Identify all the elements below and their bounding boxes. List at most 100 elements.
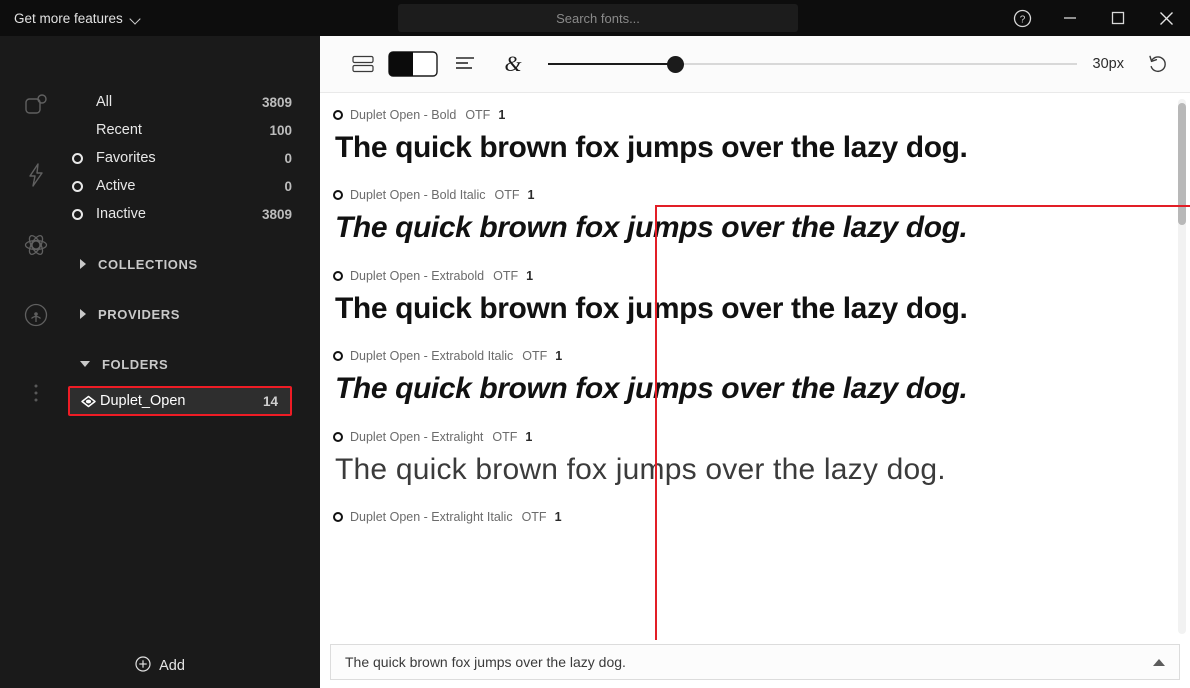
rows-view-icon[interactable] (342, 47, 384, 81)
chevron-up-icon[interactable] (1153, 658, 1165, 666)
search-placeholder: Search fonts... (556, 10, 640, 26)
sidebar-item-active[interactable]: Active 0 (72, 172, 320, 200)
font-format: OTF (465, 108, 491, 122)
library-icon[interactable] (19, 88, 53, 122)
svg-text:?: ? (1019, 14, 1025, 25)
activation-ring-icon[interactable] (333, 110, 343, 120)
sidebar-item-label: Active (96, 178, 136, 194)
folder-label: Duplet_Open (100, 393, 186, 409)
plus-circle-icon (135, 656, 151, 676)
vertical-scrollbar[interactable] (1178, 99, 1186, 634)
section-providers[interactable]: PROVIDERS (72, 300, 320, 328)
section-folders[interactable]: FOLDERS (72, 350, 320, 378)
ampersand-glyph-icon[interactable]: & (488, 47, 538, 81)
font-row[interactable]: Duplet Open - Extralight Italic OTF 1 (328, 505, 1190, 531)
scrollbar-thumb[interactable] (1178, 103, 1186, 225)
sidebar-item-count: 0 (284, 150, 292, 166)
sidebar-item-label: Favorites (96, 150, 156, 166)
font-row[interactable]: Duplet Open - Extrabold Italic OTF 1 The qu… (328, 344, 1190, 424)
font-row[interactable]: Duplet Open - Extrabold OTF 1 The quick bro… (328, 264, 1190, 344)
chevron-right-icon (80, 259, 86, 269)
broadcast-icon[interactable] (19, 298, 53, 332)
font-format: OTF (521, 509, 547, 524)
activation-ring-icon[interactable] (333, 190, 343, 201)
font-row[interactable]: Duplet Open - Bold OTF 1 The quick brown fo… (328, 103, 1190, 183)
minimize-button[interactable] (1046, 0, 1094, 36)
maximize-button[interactable] (1094, 0, 1142, 36)
sidebar-item-recent[interactable]: Recent 100 (72, 116, 320, 144)
sidebar-item-label: Inactive (96, 206, 146, 222)
slider-knob[interactable] (666, 56, 684, 73)
slider-fill (548, 63, 675, 65)
font-sample-text: The quick brown fox jumps over the lazy … (335, 131, 968, 164)
font-list: Duplet Open - Bold OTF 1 The quick brown fo… (320, 93, 1190, 640)
font-sample-text: The quick brown fox jumps over the lazy … (335, 291, 968, 325)
activation-ring-icon[interactable] (333, 351, 343, 362)
sidebar-item-inactive[interactable]: Inactive 3809 (72, 200, 320, 228)
font-name: Duplet Open - Extralight Italic (350, 509, 513, 524)
font-size-label: 30px (1092, 56, 1124, 72)
lightning-bolt-icon[interactable] (19, 158, 53, 192)
more-vertical-icon[interactable] (19, 376, 53, 410)
font-size-slider[interactable] (548, 47, 1077, 81)
sample-text-bar: The quick brown fox jumps over the lazy … (320, 640, 1190, 688)
diamond-eye-icon (80, 395, 100, 408)
help-button[interactable]: ? (998, 0, 1046, 36)
font-count: 1 (498, 108, 506, 122)
font-row[interactable]: Duplet Open - Bold Italic OTF 1 The quick b… (328, 183, 1190, 263)
get-more-features-button[interactable]: Get more features (14, 11, 141, 26)
window-controls: ? (998, 0, 1190, 36)
font-name: Duplet Open - Extralight (350, 429, 484, 444)
sample-text-input[interactable]: The quick brown fox jumps over the lazy … (330, 644, 1180, 680)
atom-icon[interactable] (19, 228, 53, 262)
sample-text-value: The quick brown fox jumps over the lazy … (345, 654, 626, 670)
title-bar: Get more features Search fonts... ? (0, 0, 1190, 36)
font-name: Duplet Open - Extrabold (350, 268, 485, 283)
activation-ring-icon[interactable] (333, 511, 343, 522)
chevron-right-icon (80, 309, 86, 319)
ring-icon (72, 208, 96, 220)
font-count: 1 (555, 349, 563, 364)
ring-icon (72, 152, 96, 164)
ring-icon (72, 180, 96, 192)
add-button[interactable]: Add (0, 656, 320, 676)
font-name: Duplet Open - Bold Italic (350, 188, 486, 203)
section-label: PROVIDERS (98, 306, 180, 322)
contrast-toggle-icon[interactable] (384, 47, 442, 81)
reset-arrow-icon[interactable] (1144, 50, 1172, 78)
search-input[interactable]: Search fonts... (398, 4, 798, 32)
font-meta: Duplet Open - Extralight OTF 1 (328, 425, 1190, 449)
font-format: OTF (494, 188, 520, 203)
section-label: COLLECTIONS (98, 256, 198, 272)
font-format: OTF (493, 268, 519, 283)
sidebar-item-favorites[interactable]: Favorites 0 (72, 144, 320, 172)
section-label: FOLDERS (102, 356, 169, 372)
icon-rail (0, 36, 72, 688)
font-count: 1 (525, 429, 533, 444)
add-label: Add (159, 658, 185, 674)
close-button[interactable] (1142, 0, 1190, 36)
font-meta: Duplet Open - Bold OTF 1 (328, 103, 1190, 127)
app-body: All 3809 Recent 100 Favorites 0 Active 0 (0, 36, 1190, 688)
svg-text:&: & (504, 51, 522, 76)
font-name: Duplet Open - Extrabold Italic (350, 349, 514, 364)
font-meta: Duplet Open - Extrabold OTF 1 (328, 264, 1190, 288)
sidebar-item-duplet-open[interactable]: Duplet_Open 14 (68, 386, 292, 416)
font-count: 1 (554, 509, 562, 524)
text-align-icon[interactable] (442, 47, 488, 81)
activation-ring-icon[interactable] (333, 431, 343, 442)
font-name: Duplet Open - Bold (350, 108, 457, 122)
section-collections[interactable]: COLLECTIONS (72, 250, 320, 278)
preview-toolbar: & 30px (320, 36, 1190, 93)
sidebar-item-all[interactable]: All 3809 (72, 88, 320, 116)
folder-list: Duplet_Open 14 (68, 386, 320, 416)
font-preview-area: Duplet Open - Bold OTF 1 The quick brown fo… (320, 93, 1190, 640)
font-row[interactable]: Duplet Open - Extralight OTF 1 The quick br… (328, 425, 1190, 505)
font-sample-text: The quick brown fox jumps over the lazy … (335, 211, 968, 245)
font-format: OTF (492, 429, 518, 444)
activation-ring-icon[interactable] (333, 270, 343, 281)
font-sample-text: The quick brown fox jumps over the lazy … (335, 452, 946, 486)
sidebar-item-count: 100 (269, 122, 292, 138)
font-manager-window: Get more features Search fonts... ? All … (0, 0, 1190, 688)
font-meta: Duplet Open - Extralight Italic OTF 1 (328, 505, 1190, 529)
